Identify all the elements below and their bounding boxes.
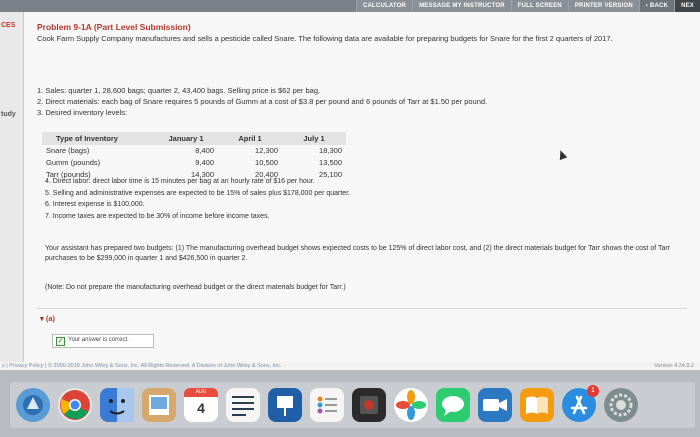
keynote-icon[interactable] — [268, 388, 302, 422]
list-item: 6. Interest expense is $100,000. — [45, 201, 145, 208]
system-preferences-icon[interactable] — [604, 388, 638, 422]
finder-icon[interactable] — [100, 388, 134, 422]
data-list: 1. Sales: quarter 1, 28,600 bags; quarte… — [37, 85, 637, 118]
launchpad-icon[interactable] — [16, 388, 50, 422]
table-cell: Gumm (pounds) — [46, 158, 101, 167]
back-button[interactable]: ‹ BACK — [638, 0, 675, 12]
table-cell: 12,300 — [255, 146, 278, 155]
list-item: 5. Selling and administrative expenses a… — [45, 189, 351, 197]
photo-booth-icon[interactable] — [352, 388, 386, 422]
part-a-toggle[interactable]: ▾ (a) — [40, 314, 55, 323]
table-cell: Snare (bags) — [46, 146, 90, 155]
sidebar-resources-label[interactable]: CES — [1, 22, 15, 29]
assistant-paragraph: Your assistant has prepared two budgets:… — [45, 245, 671, 262]
calendar-icon[interactable]: AUG 4 — [184, 388, 218, 422]
divider — [37, 308, 687, 309]
full-screen-button[interactable]: FULL SCREEN — [510, 0, 568, 12]
calendar-day: 4 — [197, 400, 205, 416]
column-header: July 1 — [303, 134, 325, 143]
problem-intro: Cook Farm Supply Company manufactures an… — [37, 34, 613, 43]
left-sidebar: CES tudy — [0, 12, 24, 362]
table-row: Gumm (pounds) 9,400 10,500 13,500 — [42, 157, 346, 169]
footer-copyright[interactable]: s | Privacy Policy | © 2000-2018 John Wi… — [2, 362, 282, 370]
calculator-button[interactable]: CALCULATOR — [355, 0, 413, 12]
chrome-icon[interactable] — [58, 388, 92, 422]
next-button[interactable]: NEX — [674, 0, 700, 12]
table-cell: 13,500 — [319, 158, 342, 167]
list-item: 7. Income taxes are expected to be 30% o… — [45, 212, 270, 220]
messages-icon[interactable] — [436, 388, 470, 422]
notes-icon[interactable] — [226, 388, 260, 422]
app-store-icon[interactable]: 1 — [562, 385, 599, 422]
column-header: April 1 — [238, 134, 262, 143]
preview-icon[interactable] — [142, 388, 176, 422]
problem-title: Problem 9-1A (Part Level Submission) — [37, 22, 191, 32]
reminders-icon[interactable] — [310, 388, 344, 422]
table-row: Snare (bags) 8,400 12,300 18,300 — [42, 145, 346, 157]
table-cell: 9,400 — [195, 158, 214, 167]
list-item: 2. Direct materials: each bag of Snare r… — [37, 97, 488, 106]
toolbar-buttons: CALCULATOR MESSAGE MY INSTRUCTOR FULL SC… — [355, 0, 700, 12]
notification-badge: 1 — [587, 385, 599, 397]
facetime-icon[interactable] — [478, 388, 512, 422]
ibooks-icon[interactable] — [520, 388, 554, 422]
table-cell: 10,500 — [255, 158, 278, 167]
column-header: January 1 — [168, 134, 204, 143]
problem-panel: Problem 9-1A (Part Level Submission) Coo… — [24, 12, 700, 362]
list-item: 3. Desired inventory levels: — [37, 108, 128, 117]
list-item: 1. Sales: quarter 1, 28,600 bags; quarte… — [37, 86, 321, 95]
table-header: Type of Inventory January 1 April 1 July… — [42, 132, 346, 145]
inventory-table: Type of Inventory January 1 April 1 July… — [42, 132, 346, 181]
version-label: Version 4.24.8.2 — [654, 363, 694, 369]
mouse-pointer-icon — [556, 148, 568, 161]
checkmark-icon: ✓ — [56, 337, 65, 346]
list-item: 4. Direct labor: direct labor time is 15… — [45, 178, 315, 185]
top-toolbar: CALCULATOR MESSAGE MY INSTRUCTOR FULL SC… — [0, 0, 700, 12]
answer-status-text: Your answer is correct. — [68, 337, 129, 343]
printer-version-button[interactable]: PRINTER VERSION — [567, 0, 639, 12]
app-dock: AUG 4 1 — [0, 370, 700, 437]
column-header: Type of Inventory — [56, 134, 118, 143]
photos-icon[interactable] — [394, 388, 428, 422]
note-text: (Note: Do not prepare the manufacturing … — [45, 284, 346, 291]
page-footer: s | Privacy Policy | © 2000-2018 John Wi… — [0, 362, 700, 370]
additional-data-list: 4. Direct labor: direct labor time is 15… — [45, 176, 645, 222]
calendar-month: AUG — [195, 389, 207, 395]
sidebar-study-label[interactable]: tudy — [1, 111, 16, 118]
table-cell: 18,300 — [319, 146, 342, 155]
dock-shelf: AUG 4 1 — [10, 382, 695, 428]
answer-status-box: ✓ Your answer is correct. — [52, 334, 154, 348]
message-instructor-button[interactable]: MESSAGE MY INSTRUCTOR — [412, 0, 511, 12]
table-cell: 8,400 — [195, 146, 214, 155]
